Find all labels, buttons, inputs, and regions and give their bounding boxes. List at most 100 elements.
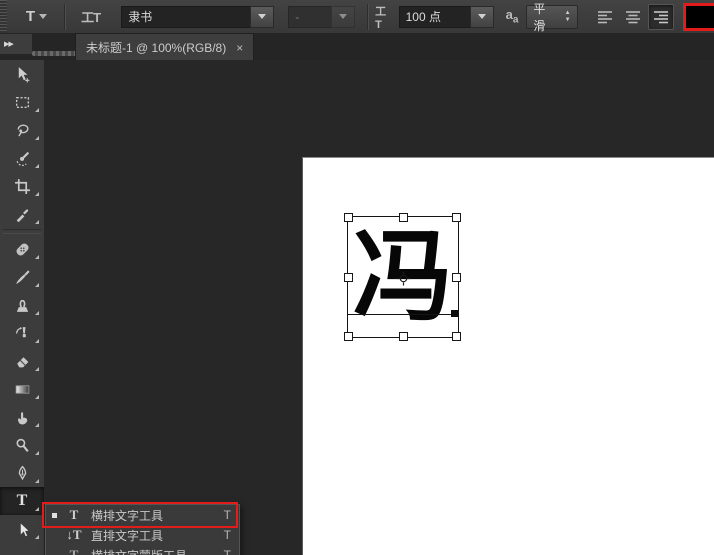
transform-handle-bottom-right[interactable]	[452, 332, 461, 341]
double-arrow-icon: ▶▶	[4, 40, 13, 48]
font-style-input[interactable]: -	[288, 6, 331, 28]
crop-tool[interactable]	[0, 172, 44, 200]
smudge-tool[interactable]	[0, 403, 44, 431]
gradient-icon	[14, 381, 31, 398]
eyedropper-tool[interactable]	[0, 200, 44, 228]
menu-item-vertical-type-tool[interactable]: ↓T 直排文字工具 T	[46, 525, 239, 545]
dodge-tool[interactable]	[0, 431, 44, 459]
font-style-dropdown-button[interactable]	[331, 6, 355, 28]
pen-nib-icon	[14, 465, 31, 482]
dodge-lollipop-icon	[14, 437, 31, 454]
transform-handle-top-left[interactable]	[344, 213, 353, 222]
font-family-input[interactable]: 隶书	[121, 6, 250, 28]
history-brush-tool[interactable]	[0, 319, 44, 347]
paragraph-alignment-group	[592, 4, 674, 30]
font-family-dropdown-button[interactable]	[250, 6, 274, 28]
align-left-icon	[597, 10, 613, 24]
shortcut-key: T	[224, 508, 231, 522]
transform-handle-middle-right[interactable]	[452, 273, 461, 282]
toolbox-separator	[3, 229, 41, 234]
move-tool[interactable]	[0, 60, 44, 88]
separator	[64, 4, 66, 30]
text-color-swatch[interactable]	[686, 6, 714, 28]
pen-tool[interactable]	[0, 459, 44, 487]
selection-arrow-icon	[14, 521, 31, 538]
direct-selection-tool[interactable]	[0, 515, 44, 543]
document-tab-title: 未标题-1 @ 100%(RGB/8)	[86, 39, 226, 56]
align-center-button[interactable]	[620, 4, 646, 30]
transform-handle-top-center[interactable]	[399, 213, 408, 222]
chevron-down-icon	[39, 14, 47, 19]
text-transform-bounding-box[interactable]	[347, 216, 459, 338]
anti-alias-icon: aa	[506, 7, 519, 25]
eraser-tool[interactable]	[0, 347, 44, 375]
close-tab-icon[interactable]: ×	[236, 41, 243, 55]
photoshop-window: T 工T 隶书 - 工T 100 点 aa 平滑 ▲▼	[0, 0, 714, 555]
history-brush-icon	[14, 325, 31, 342]
gradient-tool[interactable]	[0, 375, 44, 403]
center-reference-point-icon	[396, 271, 411, 286]
baseline-handle[interactable]	[451, 310, 458, 317]
font-family-combo: 隶书	[121, 6, 274, 28]
chevron-down-icon	[339, 14, 347, 19]
tools-panel: T	[0, 60, 45, 555]
options-bar-grip[interactable]	[0, 0, 7, 33]
transform-handle-top-right[interactable]	[452, 213, 461, 222]
toggle-text-orientation-button[interactable]: 工T	[72, 5, 109, 29]
type-options-bar: T 工T 隶书 - 工T 100 点 aa 平滑 ▲▼	[0, 0, 714, 34]
document-tab[interactable]: 未标题-1 @ 100%(RGB/8) ×	[75, 33, 254, 61]
collapse-panel-button[interactable]: ▶▶	[0, 34, 32, 54]
menu-item-horizontal-type-mask-tool[interactable]: T 横排文字蒙版工具 T	[46, 545, 239, 555]
type-tool[interactable]: T	[0, 487, 44, 515]
vertical-type-icon: ↓T	[65, 527, 83, 543]
chevron-down-icon	[478, 14, 486, 19]
quick-selection-icon	[14, 150, 31, 167]
clone-stamp-tool[interactable]	[0, 291, 44, 319]
separator	[367, 4, 369, 30]
smudge-finger-icon	[14, 409, 31, 426]
brush-icon	[14, 269, 31, 286]
text-orientation-icon: 工T	[81, 7, 100, 26]
document-tab-bar: ▶▶ 未标题-1 @ 100%(RGB/8) ×	[0, 33, 714, 60]
text-baseline	[348, 314, 458, 315]
move-icon	[14, 66, 31, 83]
spot-healing-brush-tool[interactable]	[0, 235, 44, 263]
font-size-icon: 工T	[375, 3, 390, 31]
marquee-icon	[14, 94, 31, 111]
brush-tool[interactable]	[0, 263, 44, 291]
lasso-tool[interactable]	[0, 116, 44, 144]
align-right-icon	[653, 10, 669, 24]
crop-icon	[14, 178, 31, 195]
align-left-button[interactable]	[592, 4, 618, 30]
font-size-dropdown-button[interactable]	[470, 6, 494, 28]
type-tool-preset-icon: T	[26, 8, 35, 25]
horizontal-type-icon: T	[65, 507, 83, 523]
eyedropper-icon	[14, 206, 31, 223]
current-tool-bullet-icon	[52, 513, 57, 518]
anti-alias-value: 平滑	[533, 0, 556, 34]
clone-stamp-icon	[14, 297, 31, 314]
chevron-down-icon	[258, 14, 266, 19]
transform-handle-bottom-center[interactable]	[399, 332, 408, 341]
rectangular-marquee-tool[interactable]	[0, 88, 44, 116]
font-size-input[interactable]: 100 点	[399, 6, 470, 28]
menu-item-horizontal-type-tool[interactable]: T 横排文字工具 T	[46, 505, 239, 525]
updown-arrows-icon: ▲▼	[565, 10, 571, 23]
align-center-icon	[625, 10, 641, 24]
transform-handle-middle-left[interactable]	[344, 273, 353, 282]
align-right-button[interactable]	[648, 4, 674, 30]
type-mask-icon: T	[65, 547, 83, 555]
lasso-icon	[14, 122, 31, 139]
tool-preset-picker[interactable]: T	[15, 5, 58, 29]
type-tool-icon: T	[17, 492, 28, 510]
transform-handle-bottom-left[interactable]	[344, 332, 353, 341]
font-size-combo: 100 点	[399, 6, 494, 28]
anti-alias-select[interactable]: 平滑 ▲▼	[526, 5, 577, 29]
shortcut-key: T	[224, 528, 231, 542]
font-style-combo: -	[288, 6, 355, 28]
type-tool-flyout-menu: T 横排文字工具 T ↓T 直排文字工具 T T 横排文字蒙版工具 T	[45, 504, 240, 555]
eraser-icon	[14, 353, 31, 370]
shortcut-key: T	[224, 548, 231, 555]
quick-selection-tool[interactable]	[0, 144, 44, 172]
healing-patch-icon	[14, 241, 31, 258]
